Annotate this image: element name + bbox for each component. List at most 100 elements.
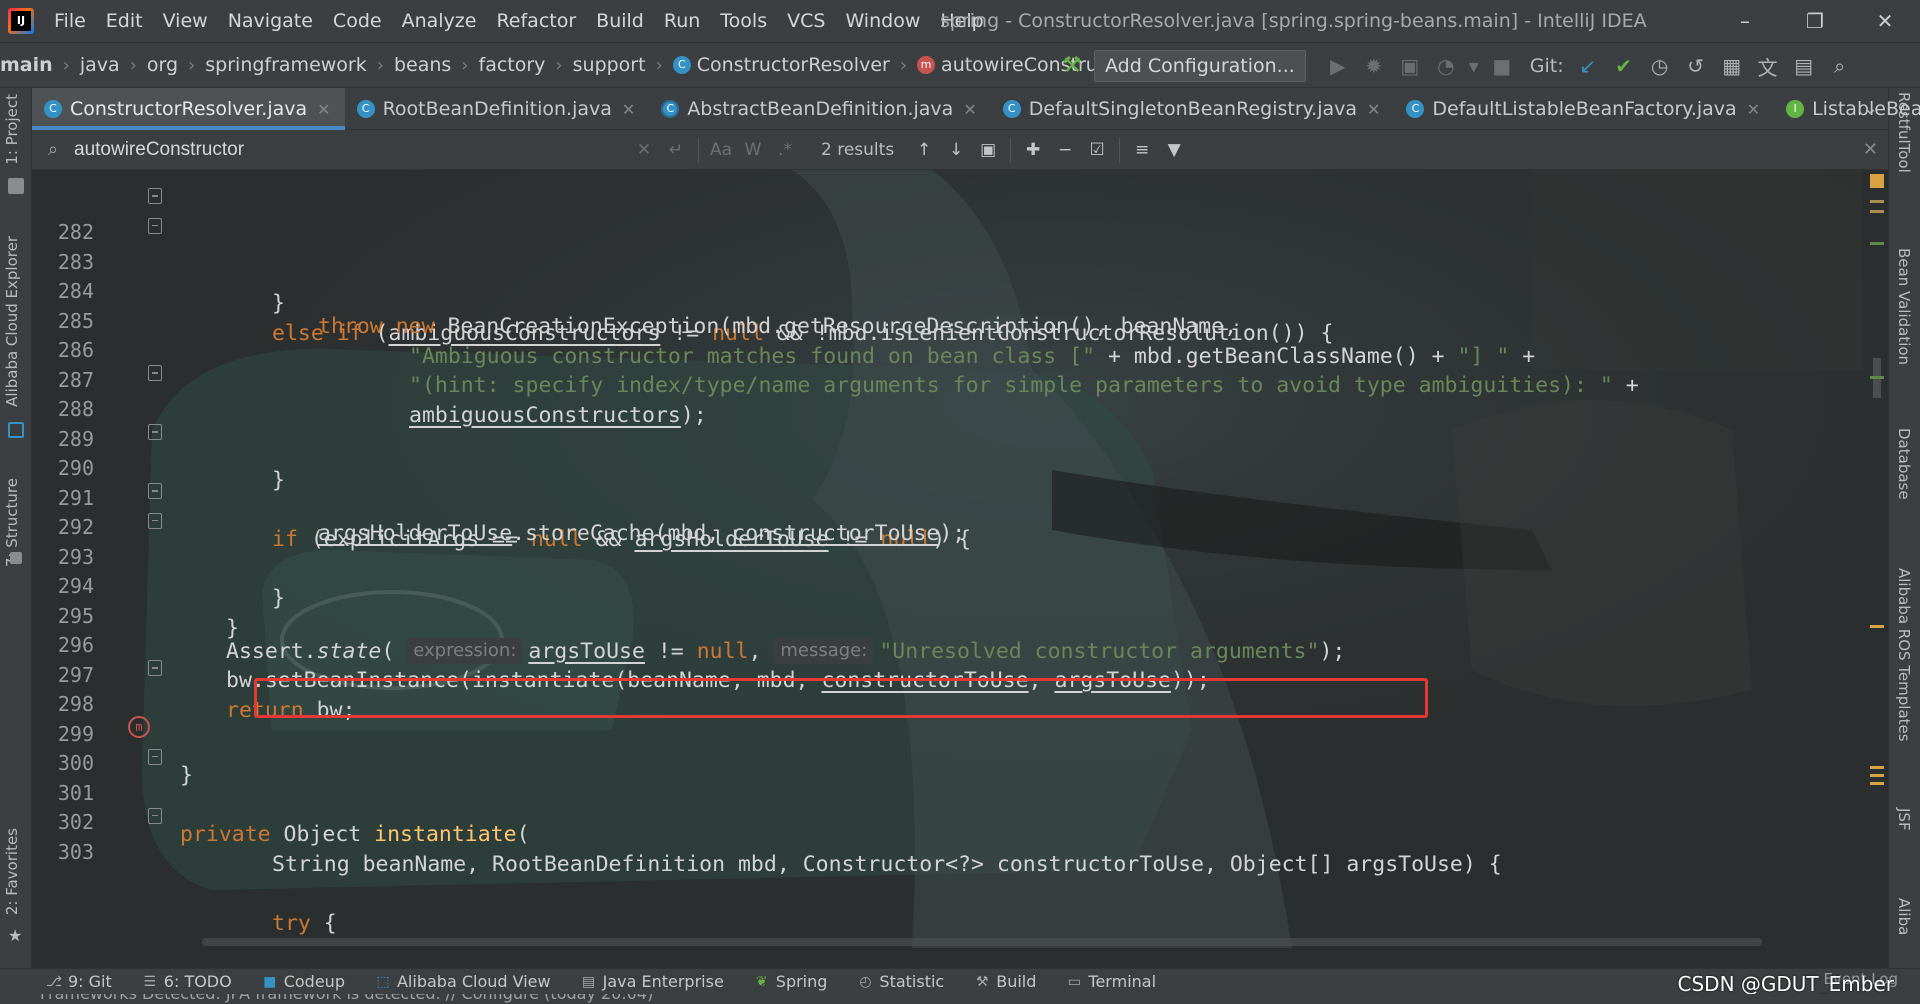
coverage-icon[interactable]: ▣ xyxy=(1392,48,1428,84)
tool-tab-statistic[interactable]: ◴ Statistic xyxy=(857,972,944,991)
tool-tab-favorites[interactable]: 2: Favorites xyxy=(3,828,21,915)
class-icon: C xyxy=(1002,100,1021,118)
remove-occurrence-icon[interactable]: − xyxy=(1049,134,1081,166)
project-structure-icon[interactable]: ▦ xyxy=(1714,48,1750,84)
fold-marker-icon[interactable] xyxy=(148,748,162,765)
fold-marker-icon[interactable] xyxy=(148,512,162,529)
search-history-icon[interactable]: ↵ xyxy=(660,134,692,166)
presentation-icon[interactable]: ▤ xyxy=(1786,48,1822,84)
tool-tab-jsf[interactable]: JSF xyxy=(1895,808,1913,831)
breadcrumb-beans[interactable]: beans xyxy=(390,54,455,76)
git-rollback-icon[interactable]: ↺ xyxy=(1678,48,1714,84)
breadcrumb-factory[interactable]: factory xyxy=(475,54,550,76)
tool-tab-project[interactable]: 1: Project xyxy=(3,94,21,165)
fold-marker-icon[interactable] xyxy=(148,483,162,499)
close-icon[interactable]: ✕ xyxy=(622,100,635,119)
chevron-down-icon[interactable]: ⌄ xyxy=(1863,88,1878,130)
match-case-toggle[interactable]: Aa xyxy=(705,134,737,166)
select-all-occurrences-icon[interactable]: ▣ xyxy=(972,134,1004,166)
add-occurrence-icon[interactable]: ✚ xyxy=(1017,134,1049,166)
menu-edit[interactable]: Edit xyxy=(96,0,153,42)
horizontal-scrollbar[interactable] xyxy=(202,938,1762,946)
fold-marker-icon[interactable] xyxy=(148,807,162,824)
tab-default-listable-bean-factory[interactable]: C DefaultListableBeanFactory.java ✕ xyxy=(1394,88,1774,130)
fold-marker-icon[interactable] xyxy=(148,188,162,204)
fold-marker-icon[interactable] xyxy=(148,365,162,381)
profile-icon[interactable]: ◔ xyxy=(1428,48,1464,84)
breadcrumb-support[interactable]: support xyxy=(569,54,650,76)
close-window-icon[interactable]: ✕ xyxy=(1850,0,1920,42)
status-message[interactable]: Frameworks Detected: JPA framework is de… xyxy=(40,994,653,1003)
build-hammer-icon[interactable]: ⚒ xyxy=(1058,52,1086,80)
menu-tools[interactable]: Tools xyxy=(710,0,777,42)
toggle-occurrence-icon[interactable]: ☑ xyxy=(1081,134,1113,166)
menu-code[interactable]: Code xyxy=(323,0,392,42)
close-icon[interactable]: ✕ xyxy=(1367,100,1380,119)
tool-tab-git[interactable]: ⎇ 9: Git xyxy=(46,972,112,991)
search-everywhere-icon[interactable]: ⌕ xyxy=(1822,48,1858,84)
menu-build[interactable]: Build xyxy=(586,0,654,42)
tool-tab-bean-validation[interactable]: Bean Validation xyxy=(1895,248,1913,365)
menu-run[interactable]: Run xyxy=(654,0,710,42)
code-fragment: { xyxy=(310,910,337,936)
menu-view[interactable]: View xyxy=(153,0,218,42)
menu-file[interactable]: File xyxy=(44,0,96,42)
filter-icon[interactable]: ▼ xyxy=(1158,134,1190,166)
breadcrumb-springframework[interactable]: springframework xyxy=(201,54,370,76)
minimize-icon[interactable]: – xyxy=(1710,0,1780,42)
close-icon[interactable]: ✕ xyxy=(317,100,330,119)
arrow-down-icon[interactable]: ↓ xyxy=(940,134,972,166)
fold-marker-icon[interactable] xyxy=(148,424,162,440)
close-icon[interactable]: ✕ xyxy=(963,100,976,119)
words-toggle[interactable]: W xyxy=(737,134,769,166)
tool-tab-terminal[interactable]: ▭ Terminal xyxy=(1066,972,1156,991)
git-history-icon[interactable]: ◷ xyxy=(1642,48,1678,84)
tool-tab-codeup[interactable]: ■ Codeup xyxy=(262,972,345,991)
clear-search-icon[interactable]: ✕ xyxy=(628,134,660,166)
close-icon[interactable]: ✕ xyxy=(1747,100,1760,119)
stop-icon[interactable]: ■ xyxy=(1484,48,1520,84)
tool-tab-alibaba-ros-templates[interactable]: Alibaba ROS Templates xyxy=(1895,568,1913,742)
close-icon[interactable]: ✕ xyxy=(1863,130,1878,170)
translate-icon[interactable]: 文 xyxy=(1750,48,1786,84)
breadcrumb-main[interactable]: main xyxy=(0,54,57,76)
menu-navigate[interactable]: Navigate xyxy=(218,0,323,42)
tool-tab-aliba[interactable]: Aliba xyxy=(1895,898,1913,935)
run-dropdown-icon[interactable]: ▾ xyxy=(1464,48,1484,84)
add-configuration-button[interactable]: Add Configuration... xyxy=(1094,50,1306,82)
tab-default-singleton-bean-registry[interactable]: C DefaultSingletonBeanRegistry.java ✕ xyxy=(991,88,1395,130)
menu-refactor[interactable]: Refactor xyxy=(486,0,586,42)
fold-marker-icon[interactable] xyxy=(148,660,162,676)
breadcrumb-java[interactable]: java xyxy=(76,54,124,76)
error-stripe[interactable] xyxy=(1866,170,1888,948)
tool-tab-spring[interactable]: ❦ Spring xyxy=(754,972,828,991)
fold-marker-icon[interactable] xyxy=(148,217,162,234)
tab-constructor-resolver[interactable]: C ConstructorResolver.java ✕ xyxy=(32,88,345,130)
tool-tab-todo[interactable]: ☰ 6: TODO xyxy=(142,972,232,991)
method-override-icon[interactable]: m xyxy=(128,716,150,738)
run-icon[interactable]: ▶ xyxy=(1320,48,1356,84)
search-input[interactable] xyxy=(68,133,628,166)
breadcrumb-org[interactable]: org xyxy=(143,54,182,76)
tool-tab-database[interactable]: Database xyxy=(1895,428,1913,500)
regex-toggle[interactable]: .* xyxy=(769,134,801,166)
debug-icon[interactable]: ✹ xyxy=(1356,48,1392,84)
tab-abstract-bean-definition[interactable]: C AbstractBeanDefinition.java ✕ xyxy=(649,88,990,130)
menu-vcs[interactable]: VCS xyxy=(777,0,835,42)
search-icon[interactable]: ⌕ xyxy=(38,139,68,160)
tab-root-bean-definition[interactable]: C RootBeanDefinition.java ✕ xyxy=(345,88,650,130)
git-update-icon[interactable]: ↙ xyxy=(1570,48,1606,84)
restore-icon[interactable]: ❐ xyxy=(1780,0,1850,42)
arrow-up-icon[interactable]: ↑ xyxy=(908,134,940,166)
tool-tab-alibaba-cloud-explorer[interactable]: Alibaba Cloud Explorer xyxy=(3,236,21,407)
tool-tab-alibaba-cloud-view[interactable]: ⬚ Alibaba Cloud View xyxy=(375,972,550,991)
code-editor[interactable]: 282 } 283 else if (ambiguousConstructors… xyxy=(32,170,1888,948)
tab-listable-bean-factory[interactable]: I ListableBeanFactory xyxy=(1774,88,1920,130)
tool-tab-build[interactable]: ⚒ Build xyxy=(974,972,1036,991)
menu-analyze[interactable]: Analyze xyxy=(392,0,487,42)
tool-tab-java-enterprise[interactable]: ▤ Java Enterprise xyxy=(581,972,724,991)
git-commit-icon[interactable]: ✔ xyxy=(1606,48,1642,84)
breadcrumb-class[interactable]: C ConstructorResolver xyxy=(669,54,894,76)
menu-window[interactable]: Window xyxy=(835,0,930,42)
multiline-icon[interactable]: ≡ xyxy=(1126,134,1158,166)
